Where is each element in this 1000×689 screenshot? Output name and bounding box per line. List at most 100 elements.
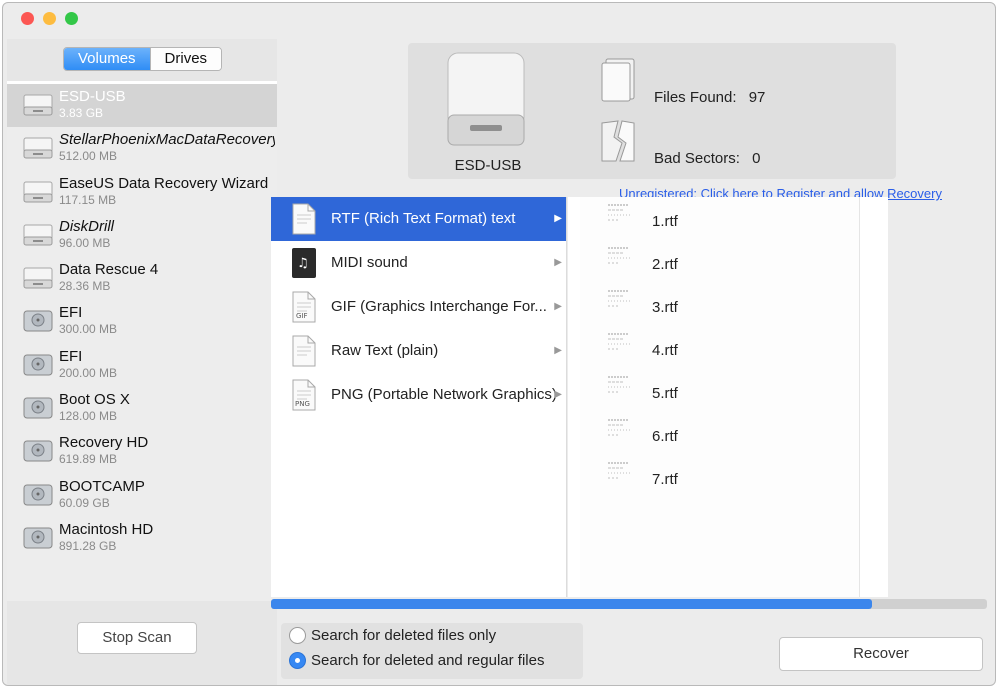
volume-name: Boot OS X bbox=[59, 391, 130, 409]
volume-name: Macintosh HD bbox=[59, 520, 154, 538]
svg-text:♫: ♫ bbox=[297, 256, 309, 271]
file-name: 5.rtf bbox=[652, 385, 678, 402]
file-type-label: MIDI sound bbox=[331, 254, 408, 271]
traffic-lights bbox=[21, 12, 78, 25]
disk-image-icon bbox=[23, 136, 53, 160]
stop-scan-button[interactable]: Stop Scan bbox=[77, 622, 197, 654]
file-row[interactable]: 6.rtf bbox=[580, 412, 859, 455]
file-type-label: RTF (Rich Text Format) text bbox=[331, 210, 516, 227]
app-window: Volumes Drives ESD-USB 3.83 GB StellarPhoe… bbox=[2, 2, 996, 686]
svg-text:GIF: GIF bbox=[296, 312, 308, 320]
tab-volumes[interactable]: Volumes bbox=[64, 48, 150, 70]
document-thumbnail-icon bbox=[608, 290, 630, 307]
document-thumbnail-icon bbox=[608, 204, 630, 221]
volume-item[interactable]: ESD-USB 3.83 GB bbox=[7, 84, 277, 128]
file-type-row[interactable]: ♫ MIDI sound ▶ bbox=[271, 241, 566, 285]
volume-item[interactable]: DiskDrill 96.00 MB bbox=[7, 214, 277, 257]
file-list-panel: 1.rtf 2.rtf 3.rtf 4.rtf 5.rtf 6.rtf 7.rtf bbox=[568, 197, 888, 597]
minimize-window-button[interactable] bbox=[43, 12, 56, 25]
file-type-row[interactable]: RTF (Rich Text Format) text ▶ bbox=[271, 197, 566, 241]
volume-name: EaseUS Data Recovery Wizard bbox=[59, 174, 269, 192]
rtf-file-icon bbox=[291, 203, 317, 235]
volume-size: 128.00 MB bbox=[59, 409, 118, 424]
volume-name: Data Rescue 4 bbox=[59, 261, 159, 279]
gif-file-icon: GIF bbox=[291, 291, 317, 323]
volume-name: DiskDrill bbox=[59, 217, 114, 235]
hard-disk-icon bbox=[23, 439, 53, 463]
sidebar: Volumes Drives ESD-USB 3.83 GB StellarPhoe… bbox=[7, 39, 277, 685]
zoom-window-button[interactable] bbox=[65, 12, 78, 25]
chevron-right-icon: ▶ bbox=[554, 257, 562, 268]
volume-item[interactable]: StellarPhoenixMacDataRecovery 512.00 MB bbox=[7, 127, 277, 170]
volume-item[interactable]: EFI 300.00 MB bbox=[7, 300, 277, 343]
document-thumbnail-icon bbox=[608, 462, 630, 479]
volume-item[interactable]: Boot OS X 128.00 MB bbox=[7, 387, 277, 430]
volume-item[interactable]: EaseUS Data Recovery Wizard 117.15 MB bbox=[7, 171, 277, 214]
option-deleted-and-regular[interactable]: Search for deleted and regular files bbox=[281, 648, 583, 673]
drive-label: ESD-USB bbox=[454, 157, 522, 174]
volume-name: EFI bbox=[59, 304, 83, 322]
option-label: Search for deleted files only bbox=[311, 627, 497, 644]
volume-size: 200.00 MB bbox=[59, 365, 118, 380]
volume-size: 60.09 GB bbox=[59, 495, 110, 510]
files-found-label: Files Found: bbox=[654, 89, 737, 106]
bad-sectors-value: 0 bbox=[752, 150, 761, 167]
recover-button[interactable]: Recover bbox=[779, 637, 983, 671]
volume-size: 619.89 MB bbox=[59, 452, 118, 467]
volume-name: EFI bbox=[59, 347, 83, 365]
hard-disk-icon bbox=[23, 309, 53, 333]
file-name: 4.rtf bbox=[652, 342, 678, 359]
volume-list: ESD-USB 3.83 GB StellarPhoenixMacDataRecov… bbox=[7, 81, 277, 601]
chevron-right-icon: ▶ bbox=[554, 389, 562, 400]
file-row[interactable]: 1.rtf bbox=[580, 197, 859, 240]
hard-disk-icon bbox=[23, 483, 53, 507]
file-name: 1.rtf bbox=[652, 213, 678, 230]
file-row[interactable]: 2.rtf bbox=[580, 240, 859, 283]
file-row[interactable]: 4.rtf bbox=[580, 326, 859, 369]
hard-disk-icon bbox=[23, 396, 53, 420]
volume-item[interactable]: Macintosh HD 891.28 GB bbox=[7, 517, 277, 560]
text-file-icon bbox=[291, 335, 317, 367]
close-window-button[interactable] bbox=[21, 12, 34, 25]
usb-drive-icon bbox=[23, 93, 53, 117]
broken-file-icon bbox=[601, 120, 635, 162]
file-row[interactable]: 5.rtf bbox=[580, 369, 859, 412]
volume-item[interactable]: Recovery HD 619.89 MB bbox=[7, 430, 277, 473]
document-thumbnail-icon bbox=[608, 419, 630, 436]
png-file-icon: PNG bbox=[291, 379, 317, 411]
volume-name: StellarPhoenixMacDataRecovery bbox=[59, 131, 275, 149]
volume-item[interactable]: BOOTCAMP 60.09 GB bbox=[7, 474, 277, 517]
file-type-label: Raw Text (plain) bbox=[331, 342, 439, 359]
file-name: 3.rtf bbox=[652, 299, 678, 316]
volume-size: 512.00 MB bbox=[59, 149, 118, 164]
bad-sectors-stat: Bad Sectors: 0 bbox=[654, 150, 760, 167]
file-row[interactable]: 7.rtf bbox=[580, 455, 859, 498]
svg-text:PNG: PNG bbox=[295, 400, 310, 408]
volume-item[interactable]: EFI 200.00 MB bbox=[7, 344, 277, 387]
scan-progress-fill bbox=[271, 599, 873, 609]
volume-name: Recovery HD bbox=[59, 434, 149, 452]
file-name: 6.rtf bbox=[652, 428, 678, 445]
option-deleted-only[interactable]: Search for deleted files only bbox=[281, 623, 583, 648]
volume-item[interactable]: Data Rescue 4 28.36 MB bbox=[7, 257, 277, 300]
volume-name: BOOTCAMP bbox=[59, 477, 145, 495]
chevron-right-icon: ▶ bbox=[554, 301, 562, 312]
file-type-row[interactable]: GIF GIF (Graphics Interchange For... ▶ bbox=[271, 285, 566, 329]
document-thumbnail-icon bbox=[608, 247, 630, 264]
file-type-label: PNG (Portable Network Graphics) bbox=[331, 386, 557, 403]
file-row[interactable]: 3.rtf bbox=[580, 283, 859, 326]
disk-image-icon bbox=[23, 266, 53, 290]
file-type-row[interactable]: PNG PNG (Portable Network Graphics) ▶ bbox=[271, 373, 566, 417]
file-name: 2.rtf bbox=[652, 256, 678, 273]
search-options: Search for deleted files only Search for… bbox=[281, 623, 583, 679]
radio-deleted-and-regular[interactable] bbox=[289, 652, 306, 669]
scan-progress-bar bbox=[271, 599, 987, 609]
volume-size: 3.83 GB bbox=[59, 106, 104, 120]
bad-sectors-label: Bad Sectors: bbox=[654, 150, 740, 167]
files-found-stat: Files Found: 97 bbox=[654, 89, 765, 106]
volume-size: 300.00 MB bbox=[59, 322, 118, 337]
radio-deleted-only[interactable] bbox=[289, 627, 306, 644]
tab-drives[interactable]: Drives bbox=[149, 48, 222, 70]
option-label: Search for deleted and regular files bbox=[311, 652, 545, 669]
file-type-row[interactable]: Raw Text (plain) ▶ bbox=[271, 329, 566, 373]
